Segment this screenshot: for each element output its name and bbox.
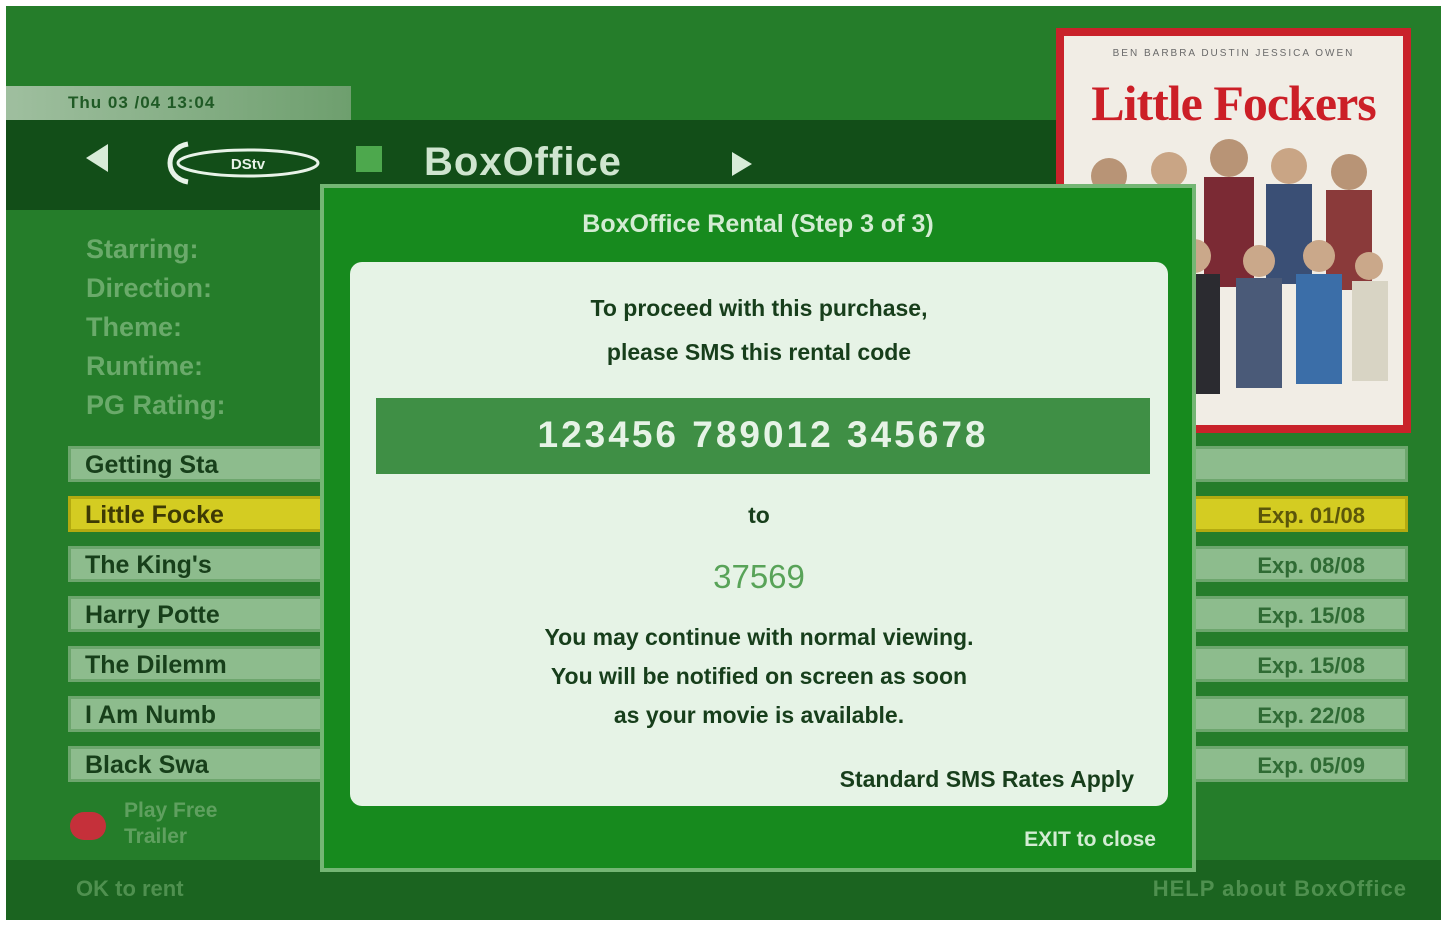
dialog-notice: You may continue with normal viewing. Yo… [350,618,1168,735]
boxoffice-icon [356,146,382,172]
instruction-line1: To proceed with this purchase, [590,295,928,321]
poster-title: Little Fockers [1091,75,1377,131]
help-hint: HELP about BoxOffice [1152,876,1407,901]
exit-close-hint[interactable]: EXIT to close [1024,828,1156,852]
dialog-panel: To proceed with this purchase, please SM… [350,262,1168,806]
ok-rent-hint: OK to rent [76,876,184,901]
notice-line2: You will be notified on screen as soon [550,663,968,689]
rental-dialog: BoxOffice Rental (Step 3 of 3) To procee… [320,184,1196,872]
list-item-expiry: Exp. 01/08 [1257,503,1365,528]
to-label: to [748,502,770,528]
play-trailer-label: Play Free Trailer [124,798,217,850]
notice-line3: as your movie is available. [613,702,905,728]
list-item-title: Little Focke [85,501,224,529]
datetime-bar: Thu 03 /04 13:04 [6,86,351,120]
sms-rates-note: Standard SMS Rates Apply [839,766,1134,792]
notice-line1: You may continue with normal viewing. [544,624,974,650]
dstv-logo: DStv [167,141,320,185]
list-item-expiry: Exp. 08/08 [1257,553,1365,578]
detail-label-theme: Theme: [86,312,183,342]
trailer-label-line1: Play Free [124,799,218,822]
list-item-title: The King's [85,551,212,579]
nav-right-arrow-icon[interactable] [732,152,752,176]
rental-code: 123456 789012 345678 [537,414,989,455]
list-item-expiry: Exp. 15/08 [1257,653,1365,678]
list-item-title: Harry Potte [85,601,220,629]
sms-number: 37569 [713,558,805,595]
list-item-title: The Dilemm [85,651,227,679]
list-item-title: Black Swa [85,751,209,779]
detail-label-pg-rating: PG Rating: [86,390,226,420]
red-button-icon[interactable] [70,812,106,840]
dialog-title: BoxOffice Rental (Step 3 of 3) [582,210,934,238]
list-item-expiry: Exp. 22/08 [1257,703,1365,728]
detail-label-runtime: Runtime: [86,351,203,381]
trailer-label-line2: Trailer [124,825,188,848]
detail-label-starring: Starring: [86,234,199,264]
detail-label-direction: Direction: [86,273,213,303]
dialog-instructions: To proceed with this purchase, please SM… [350,286,1168,374]
list-item-expiry: Exp. 05/09 [1257,753,1365,778]
nav-left-arrow-icon[interactable] [86,144,108,172]
instruction-line2: please SMS this rental code [606,339,912,365]
poster-tagline: BEN BARBRA DUSTIN JESSICA OWEN [1112,48,1355,59]
logo-text: DStv [231,156,266,173]
list-item-title: Getting Sta [85,451,219,479]
channel-title: BoxOffice [424,140,622,184]
list-item-title: I Am Numb [85,701,217,729]
tv-screen: Thu 03 /04 13:04 DStv BoxOffice BEN BARB… [6,6,1441,920]
movie-details: Starring: Direction: Theme: Runtime: PG … [86,230,226,425]
rental-code-bar: 123456 789012 345678 [376,398,1150,474]
list-item-expiry: Exp. 15/08 [1257,603,1365,628]
